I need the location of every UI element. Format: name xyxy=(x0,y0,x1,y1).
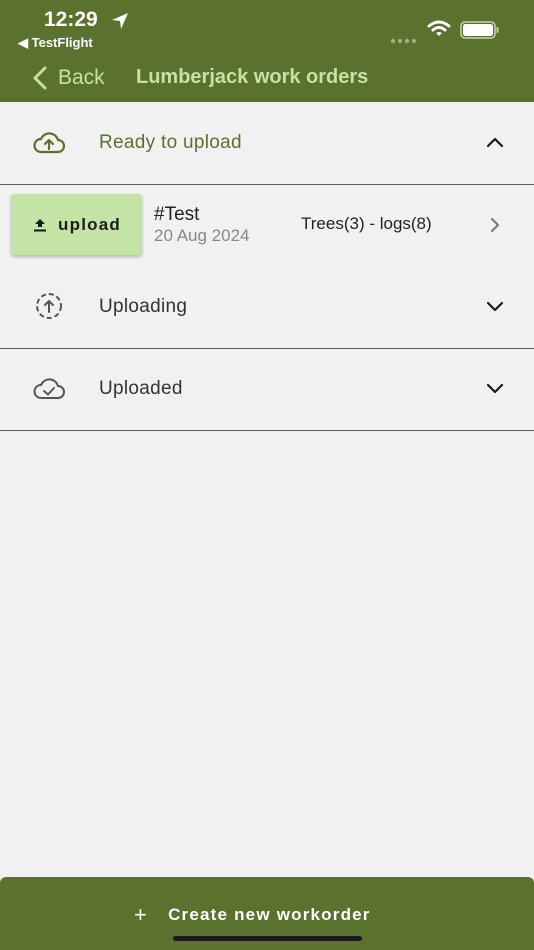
upload-button[interactable]: upload xyxy=(11,194,142,255)
back-label: Back xyxy=(58,66,105,89)
chevron-left-icon xyxy=(33,66,47,90)
section-uploading[interactable]: Uploading xyxy=(0,266,534,349)
work-order-row[interactable]: upload #Test 20 Aug 2024 Trees(3) - logs… xyxy=(0,184,534,266)
chevron-up-icon[interactable] xyxy=(486,135,504,153)
wifi-icon xyxy=(427,20,451,43)
upload-label: upload xyxy=(58,214,121,234)
app-header: 12:29 ◀ TestFlight Back Lumberjack work … xyxy=(0,0,534,102)
section-label: Ready to upload xyxy=(99,132,242,153)
status-time: 12:29 xyxy=(44,8,98,31)
section-label: Uploaded xyxy=(99,378,183,399)
back-button[interactable]: Back xyxy=(32,62,105,94)
section-ready-to-upload[interactable]: Ready to upload xyxy=(0,102,534,185)
create-label: Create new workorder xyxy=(168,905,371,924)
chevron-down-icon[interactable] xyxy=(486,381,504,399)
work-order-counts: Trees(3) - logs(8) xyxy=(301,214,432,233)
chevron-down-icon[interactable] xyxy=(486,299,504,317)
section-uploaded[interactable]: Uploaded xyxy=(0,348,534,431)
work-order-date: 20 Aug 2024 xyxy=(154,226,250,245)
page-title: Lumberjack work orders xyxy=(136,66,369,88)
upload-progress-icon xyxy=(34,291,64,326)
upload-icon xyxy=(34,218,47,231)
cloud-upload-icon xyxy=(32,129,66,162)
work-order-title: #Test xyxy=(154,204,200,225)
signal-dots-icon xyxy=(390,31,420,49)
back-to-testflight[interactable]: ◀ TestFlight xyxy=(18,35,93,51)
plus-icon: + xyxy=(134,902,149,927)
home-indicator[interactable] xyxy=(173,936,362,941)
location-arrow-icon xyxy=(110,11,130,36)
cloud-check-icon xyxy=(32,375,66,408)
chevron-right-icon[interactable] xyxy=(489,217,501,238)
battery-icon xyxy=(460,21,500,44)
section-label: Uploading xyxy=(99,296,188,317)
